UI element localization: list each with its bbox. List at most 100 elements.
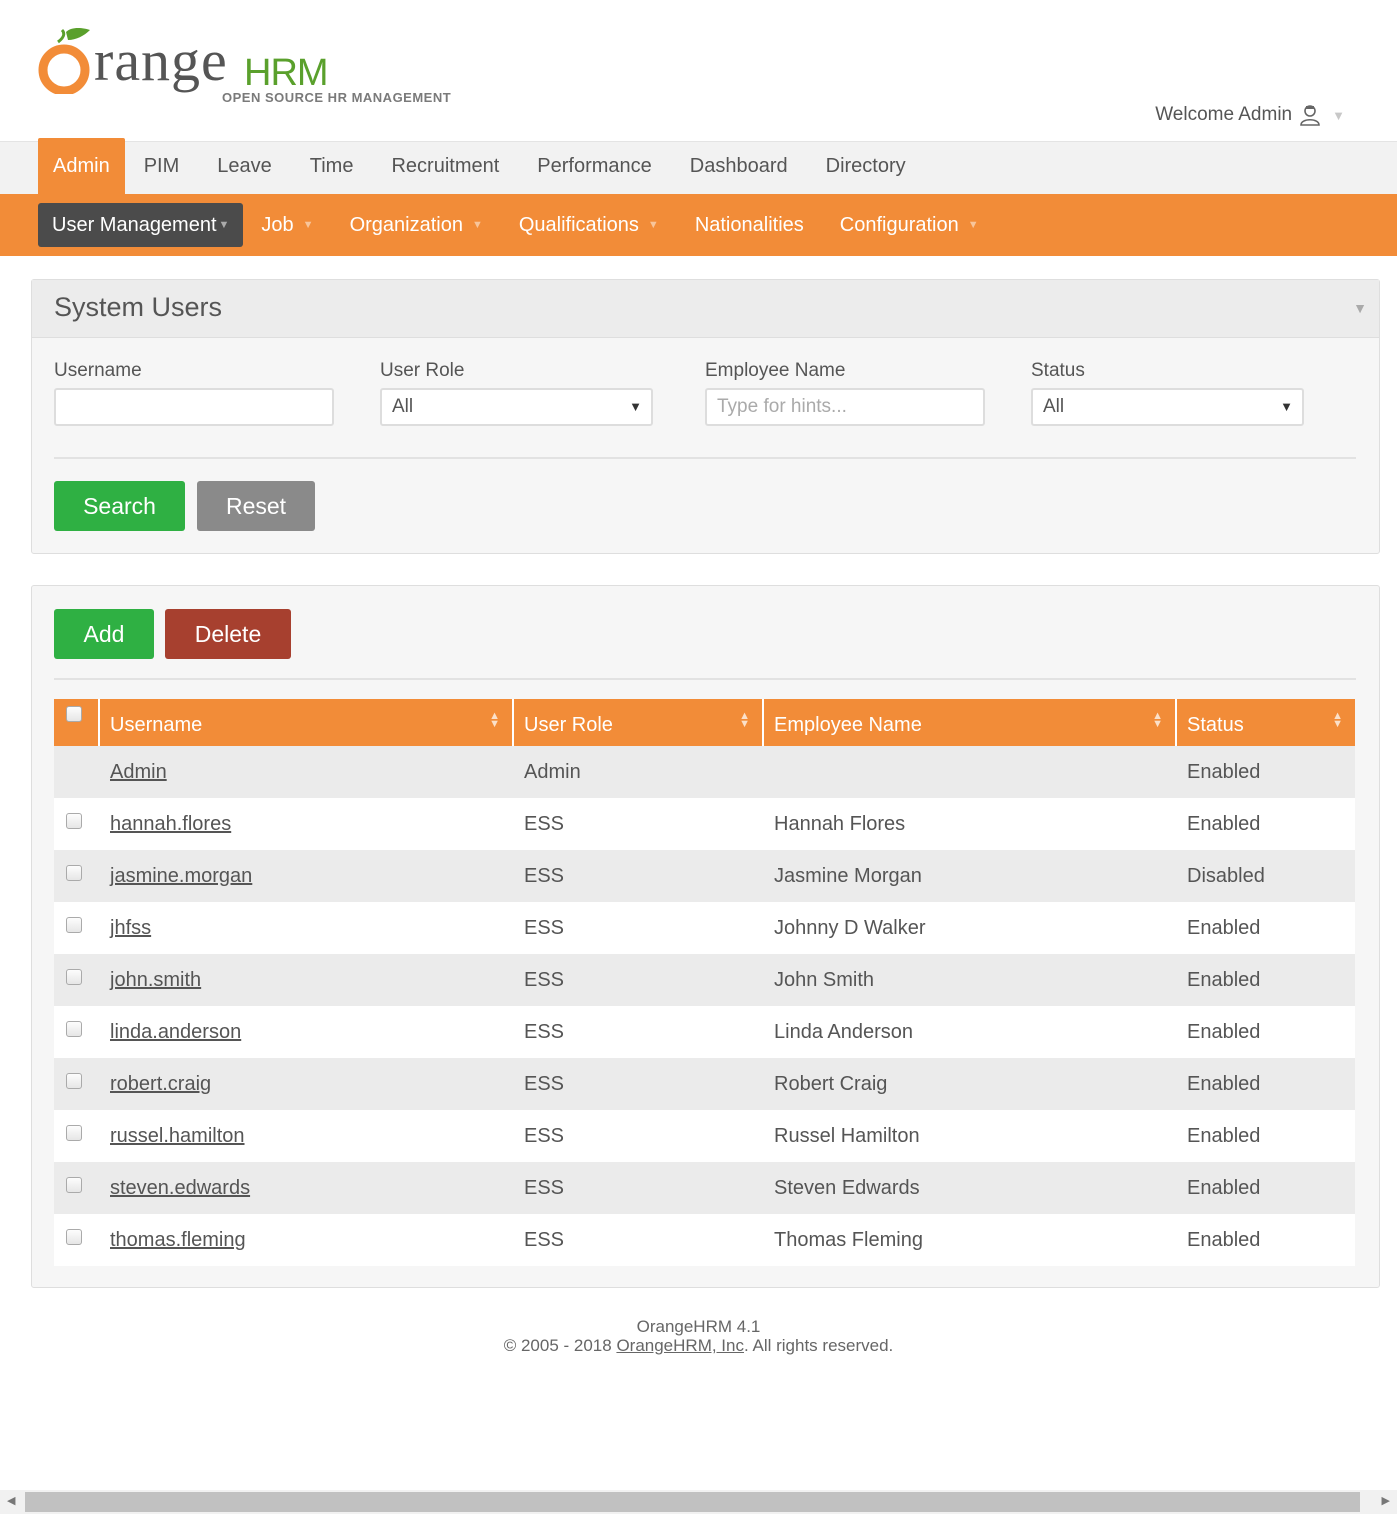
- copyright-suffix: . All rights reserved.: [743, 1336, 894, 1355]
- panel-header: System Users ▼: [32, 280, 1379, 338]
- menu-item-dashboard[interactable]: Dashboard: [671, 138, 807, 195]
- sort-icon[interactable]: ▲ ▼: [1152, 711, 1163, 730]
- username-link[interactable]: thomas.fleming: [110, 1229, 246, 1251]
- username-link[interactable]: jhfss: [110, 917, 151, 939]
- chevron-down-icon: ▼: [471, 219, 483, 231]
- submenu-item-user-management[interactable]: User Management ▼: [38, 203, 244, 247]
- table-row: linda.anderson ESS Linda Anderson Enabled: [54, 1006, 1355, 1058]
- scrollbar-thumb[interactable]: [25, 1492, 1360, 1512]
- username-link[interactable]: jasmine.morgan: [110, 865, 252, 887]
- row-checkbox[interactable]: [66, 864, 82, 881]
- logo-wordmark: range: [94, 28, 228, 93]
- status-cell: Enabled: [1187, 917, 1261, 939]
- scroll-left-icon[interactable]: ◀: [7, 1494, 15, 1507]
- username-cell: Admin: [100, 746, 514, 798]
- status-cell: Enabled: [1187, 1229, 1261, 1251]
- submenu-label: Configuration: [839, 214, 959, 236]
- column-header-user-role[interactable]: User Role ▲ ▼: [514, 699, 764, 746]
- row-checkbox[interactable]: [66, 1072, 82, 1089]
- row-checkbox[interactable]: [66, 916, 82, 933]
- column-header-status[interactable]: Status ▲ ▼: [1177, 699, 1355, 746]
- sort-icon[interactable]: ▲ ▼: [489, 711, 500, 730]
- username-cell: thomas.fleming: [100, 1214, 514, 1266]
- sort-icon[interactable]: ▲ ▼: [1332, 711, 1343, 730]
- row-select-cell: [54, 746, 100, 798]
- menu-item-directory[interactable]: Directory: [807, 138, 925, 195]
- employee-name-cell: Thomas Fleming: [774, 1229, 923, 1251]
- status-selected-value: All: [1043, 396, 1065, 417]
- status-cell: Enabled: [1187, 761, 1261, 783]
- menu-item-leave[interactable]: Leave: [198, 138, 291, 195]
- user-role-selected-value: All: [392, 396, 414, 417]
- employee-name-cell: Linda Anderson: [774, 1021, 914, 1043]
- row-select-cell: [54, 1162, 100, 1214]
- scroll-right-icon[interactable]: ▶: [1382, 1494, 1390, 1507]
- horizontal-scrollbar[interactable]: ◀ ▶: [0, 1490, 1397, 1514]
- status-select[interactable]: All ▼: [1031, 388, 1304, 426]
- user-role-cell: ESS: [524, 1125, 565, 1147]
- username-link[interactable]: hannah.flores: [110, 813, 231, 835]
- user-role-select[interactable]: All ▼: [380, 388, 653, 426]
- username-link[interactable]: robert.craig: [110, 1073, 211, 1095]
- row-checkbox[interactable]: [66, 1228, 82, 1245]
- username-link[interactable]: linda.anderson: [110, 1021, 241, 1043]
- username-input[interactable]: [54, 388, 334, 426]
- submenu-label: Nationalities: [694, 214, 804, 236]
- username-link[interactable]: Admin: [110, 761, 167, 783]
- add-button[interactable]: Add: [54, 609, 154, 659]
- username-cell: russel.hamilton: [100, 1110, 514, 1162]
- column-header-username[interactable]: Username ▲ ▼: [100, 699, 514, 746]
- company-link[interactable]: OrangeHRM, Inc: [616, 1336, 744, 1355]
- orange-logo-icon: [38, 28, 90, 94]
- username-cell: jasmine.morgan: [100, 850, 514, 902]
- orangehrm-logo[interactable]: range HRM OPEN SOURCE HR MANAGEMENT: [36, 18, 466, 110]
- delete-button[interactable]: Delete: [165, 609, 291, 659]
- select-all-checkbox[interactable]: [66, 706, 82, 722]
- user-role-cell: Admin: [524, 761, 581, 783]
- row-checkbox[interactable]: [66, 1176, 82, 1193]
- row-checkbox[interactable]: [66, 812, 82, 829]
- menu-item-recruitment[interactable]: Recruitment: [372, 138, 518, 195]
- employee-name-input[interactable]: Type for hints...: [705, 388, 985, 426]
- table-body: Admin Admin Enabled hannah.flores ESS Hannah …: [54, 746, 1355, 1266]
- username-cell: hannah.flores: [100, 798, 514, 850]
- username-link[interactable]: steven.edwards: [110, 1177, 250, 1199]
- column-header-employee-name[interactable]: Employee Name ▲ ▼: [764, 699, 1177, 746]
- submenu-item-qualifications[interactable]: Qualifications ▼: [501, 203, 677, 247]
- submenu-label: User Management: [52, 214, 217, 236]
- submenu-item-nationalities[interactable]: Nationalities: [677, 203, 822, 247]
- users-table: Username ▲ ▼ User Role ▲ ▼ Employee Name ▲…: [54, 699, 1355, 1266]
- welcome-menu[interactable]: Welcome Admin ▼: [1155, 103, 1345, 127]
- employee-name-cell: John Smith: [774, 969, 875, 991]
- column-label: User Role: [524, 714, 613, 736]
- employee-name-cell: [764, 746, 1177, 798]
- menu-item-performance[interactable]: Performance: [518, 138, 671, 195]
- menu-item-admin[interactable]: Admin: [38, 138, 125, 195]
- table-row: jasmine.morgan ESS Jasmine Morgan Disabled: [54, 850, 1355, 902]
- submenu-item-organization[interactable]: Organization ▼: [332, 203, 501, 247]
- chevron-down-icon: ▼: [218, 219, 230, 231]
- system-users-list-panel: Add Delete Username ▲ ▼ User Role ▲ ▼ Empl…: [31, 585, 1380, 1288]
- sort-icon[interactable]: ▲ ▼: [739, 711, 750, 730]
- employee-name-cell: Russel Hamilton: [774, 1125, 920, 1147]
- system-users-filter-panel: System Users ▼ Username User Role All ▼ …: [31, 279, 1380, 554]
- search-button[interactable]: Search: [54, 481, 185, 531]
- row-checkbox[interactable]: [66, 1124, 82, 1141]
- row-select-cell: [54, 850, 100, 902]
- submenu-item-configuration[interactable]: Configuration ▼: [822, 203, 997, 247]
- employee-name-label: Employee Name: [705, 360, 846, 381]
- username-link[interactable]: john.smith: [110, 969, 201, 991]
- table-row: robert.craig ESS Robert Craig Enabled: [54, 1058, 1355, 1110]
- username-cell: steven.edwards: [100, 1162, 514, 1214]
- menu-item-time[interactable]: Time: [291, 138, 373, 195]
- row-checkbox[interactable]: [66, 1020, 82, 1037]
- collapse-toggle-icon[interactable]: ▼: [1353, 300, 1367, 316]
- user-role-cell: ESS: [524, 969, 565, 991]
- submenu-item-job[interactable]: Job ▼: [243, 203, 331, 247]
- reset-button[interactable]: Reset: [197, 481, 315, 531]
- username-link[interactable]: russel.hamilton: [110, 1125, 245, 1147]
- menu-item-pim[interactable]: PIM: [125, 138, 199, 195]
- form-divider: [54, 457, 1356, 459]
- status-cell: Enabled: [1187, 1125, 1261, 1147]
- row-checkbox[interactable]: [66, 968, 82, 985]
